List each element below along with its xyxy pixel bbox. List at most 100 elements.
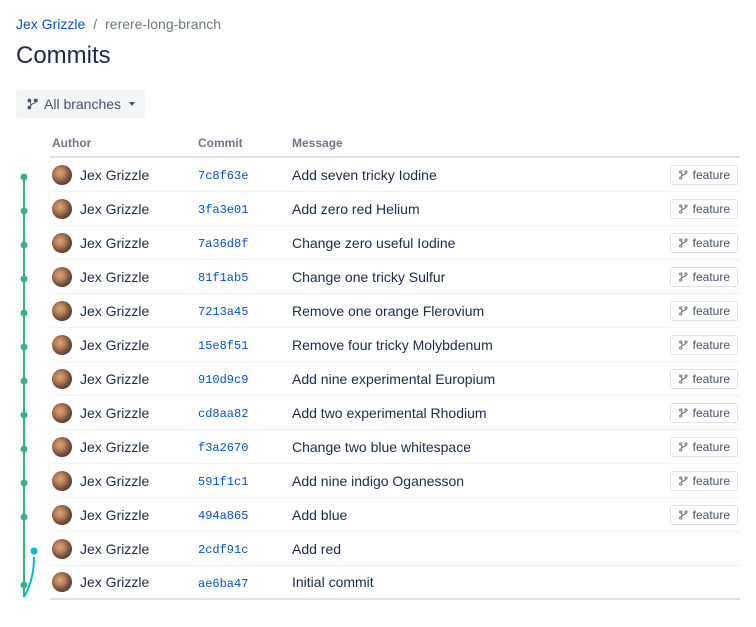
commit-hash-link[interactable]: ae6ba47 — [198, 577, 248, 591]
commit-hash-link[interactable]: cd8aa82 — [198, 407, 248, 421]
commit-hash-link[interactable]: 15e8f51 — [198, 339, 248, 353]
commit-row: Jex Grizzle15e8f51Remove four tricky Mol… — [50, 328, 740, 362]
badge-label: feature — [693, 508, 730, 522]
branch-icon — [678, 475, 688, 487]
author-name: Jex Grizzle — [80, 303, 149, 319]
branch-icon — [678, 407, 688, 419]
author-name: Jex Grizzle — [80, 167, 149, 183]
chevron-down-icon — [129, 102, 135, 106]
page-title: Commits — [16, 42, 740, 70]
commit-hash-link[interactable]: 7213a45 — [198, 305, 248, 319]
commit-message[interactable]: Add blue — [292, 507, 654, 523]
branch-selector-button[interactable]: All branches — [16, 90, 145, 118]
branch-selector-label: All branches — [44, 96, 121, 112]
branch-badge[interactable]: feature — [670, 369, 738, 389]
author-name: Jex Grizzle — [80, 473, 149, 489]
branch-icon — [678, 237, 688, 249]
commit-hash-link[interactable]: f3a2670 — [198, 441, 248, 455]
avatar — [52, 539, 72, 559]
avatar — [52, 335, 72, 355]
commit-row: Jex Grizzle 3fa3e01 Add zero red Helium fe… — [50, 192, 740, 226]
author-name: Jex Grizzle — [80, 269, 149, 285]
badge-label: feature — [693, 270, 730, 284]
avatar — [52, 471, 72, 491]
commit-hash-link[interactable]: 2cdf91c — [198, 543, 248, 557]
breadcrumb-owner-link[interactable]: Jex Grizzle — [16, 16, 85, 32]
author-name: Jex Grizzle — [80, 439, 149, 455]
author-name: Jex Grizzle — [80, 371, 149, 387]
table-header: Author Commit Message — [50, 130, 740, 158]
badge-label: feature — [693, 236, 730, 250]
commit-row: Jex Grizzle 591f1c1 Add nine indigo Oganes… — [50, 464, 740, 498]
branch-badge[interactable]: feature — [670, 233, 738, 253]
branch-icon — [678, 305, 688, 317]
branch-badge[interactable]: feature — [670, 403, 738, 423]
commit-message[interactable]: Add nine experimental Europium — [292, 371, 654, 387]
branch-icon — [678, 169, 688, 181]
commit-row: Jex Grizzle f3a2670 Change two blue whites… — [50, 430, 740, 464]
commit-row: Jex Grizzle 494a865 Add blue feature — [50, 498, 740, 532]
commit-message[interactable]: Initial commit — [292, 574, 654, 590]
author-name: Jex Grizzle — [80, 574, 149, 590]
commit-message[interactable]: Add zero red Helium — [292, 201, 654, 217]
avatar — [52, 369, 72, 389]
avatar — [52, 301, 72, 321]
branch-badge[interactable]: feature — [670, 267, 738, 287]
badge-label: feature — [693, 372, 730, 386]
breadcrumb: Jex Grizzle / rerere-long-branch — [16, 16, 740, 32]
commit-message[interactable]: Add two experimental Rhodium — [292, 405, 654, 421]
badge-label: feature — [693, 168, 730, 182]
branch-badge[interactable]: feature — [670, 335, 738, 355]
avatar — [52, 505, 72, 525]
badge-label: feature — [693, 338, 730, 352]
breadcrumb-repo: rerere-long-branch — [105, 16, 221, 32]
commit-row: Jex Grizzle 7213a45 Remove one orange Fler… — [50, 294, 740, 328]
commit-row: Jex Grizzle 2cdf91c Add red — [50, 532, 740, 566]
badge-label: feature — [693, 440, 730, 454]
commit-message[interactable]: Change two blue whitespace — [292, 439, 654, 455]
commit-hash-link[interactable]: 910d9c9 — [198, 373, 248, 387]
commit-hash-link[interactable]: 591f1c1 — [198, 475, 248, 489]
branch-badge[interactable]: feature — [670, 471, 738, 491]
author-name: Jex Grizzle — [80, 235, 149, 251]
commit-hash-link[interactable]: 7c8f63e — [198, 169, 248, 183]
commit-message[interactable]: Change one tricky Sulfur — [292, 269, 654, 285]
commit-message[interactable]: Add nine indigo Oganesson — [292, 473, 654, 489]
branch-badge[interactable]: feature — [670, 165, 738, 185]
commit-message[interactable]: Change zero useful Iodine — [292, 235, 654, 251]
commit-row: Jex Grizzle 910d9c9 Add nine experimental … — [50, 362, 740, 396]
branch-badge[interactable]: feature — [670, 199, 738, 219]
commit-row: Jex Grizzle 7a36d8f Change zero useful Iod… — [50, 226, 740, 260]
author-name: Jex Grizzle — [80, 507, 149, 523]
branch-icon — [678, 509, 688, 521]
col-author-header[interactable]: Author — [50, 136, 198, 150]
commit-message[interactable]: Add red — [292, 541, 654, 557]
commit-hash-link[interactable]: 7a36d8f — [198, 237, 248, 251]
commit-graph — [16, 130, 50, 614]
avatar — [52, 267, 72, 287]
author-name: Jex Grizzle — [80, 201, 149, 217]
commit-message[interactable]: Add seven tricky Iodine — [292, 167, 654, 183]
commit-hash-link[interactable]: 3fa3e01 — [198, 203, 248, 217]
commit-row: Jex Grizzle 81f1ab5 Change one tricky Sulf… — [50, 260, 740, 294]
commit-message[interactable]: Remove four tricky Molybdenum — [292, 337, 654, 353]
avatar — [52, 403, 72, 423]
avatar — [52, 199, 72, 219]
col-commit-header[interactable]: Commit — [198, 136, 292, 150]
author-name: Jex Grizzle — [80, 541, 149, 557]
branch-badge[interactable]: feature — [670, 301, 738, 321]
branch-icon — [678, 271, 688, 283]
badge-label: feature — [693, 304, 730, 318]
breadcrumb-separator: / — [93, 16, 97, 32]
author-name: Jex Grizzle — [80, 405, 149, 421]
branch-badge[interactable]: feature — [670, 437, 738, 457]
badge-label: feature — [693, 406, 730, 420]
avatar — [52, 572, 72, 592]
commit-hash-link[interactable]: 81f1ab5 — [198, 271, 248, 285]
commit-row: Jex Grizzle ae6ba47 Initial commit — [50, 566, 740, 600]
commit-hash-link[interactable]: 494a865 — [198, 509, 248, 523]
col-message-header[interactable]: Message — [292, 136, 654, 150]
branch-badge[interactable]: feature — [670, 505, 738, 525]
commit-message[interactable]: Remove one orange Flerovium — [292, 303, 654, 319]
avatar — [52, 165, 72, 185]
